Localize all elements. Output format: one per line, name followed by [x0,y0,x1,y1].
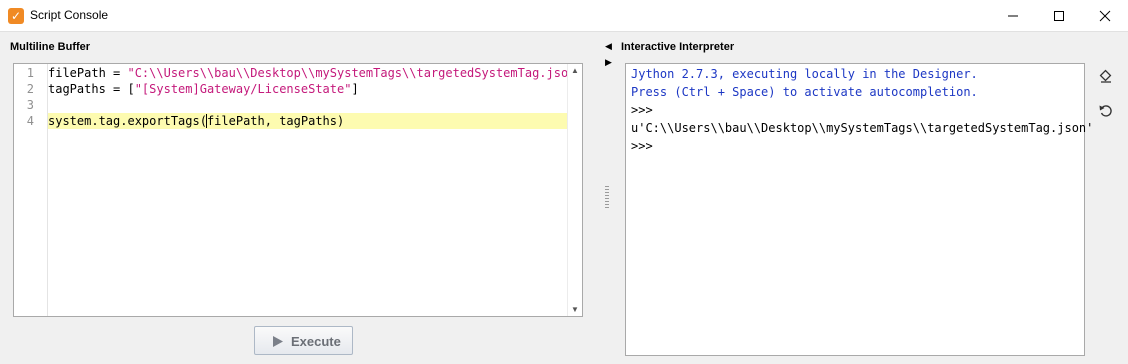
interpreter-prompt: >>> [631,139,653,153]
multiline-buffer-label: Multiline Buffer [10,41,91,53]
minimize-icon [1008,15,1018,17]
scroll-up-icon[interactable]: ▲ [571,66,579,75]
code-token: ] [351,82,359,96]
code-token: = [105,66,128,80]
maximize-icon [1054,11,1064,21]
close-button[interactable] [1082,0,1128,31]
scroll-down-icon[interactable]: ▼ [571,305,579,314]
window-title: Script Console [30,8,109,22]
execute-label: Execute [291,334,341,349]
line-number-gutter: 1 2 3 4 [14,64,48,316]
line-number: 2 [26,82,34,96]
interactive-interpreter-label: Interactive Interpreter [621,41,735,53]
code-string: "C:\\Users\\bau\\Desktop\\mySystemTags\\… [127,66,583,80]
interpreter-result-line: u'C:\\Users\\bau\\Desktop\\mySystemTags\… [631,121,1094,135]
close-icon [1099,10,1111,22]
collapse-left-icon[interactable]: ◀ [605,41,612,52]
code-line-current[interactable]: system.tag.exportTags(filePath, tagPaths… [48,113,570,129]
execute-button[interactable]: Execute [254,326,353,355]
code-line[interactable]: tagPaths = ["[System]Gateway/LicenseStat… [48,81,359,97]
minimize-button[interactable] [990,0,1036,31]
code-token: = [ [105,82,135,96]
line-number: 1 [26,66,34,80]
interpreter-output[interactable]: Jython 2.7.3, executing locally in the D… [625,63,1093,356]
code-token: filePath, tagPaths) [206,114,345,128]
collapse-right-icon[interactable]: ▶ [605,57,612,68]
interpreter-info-line: Jython 2.7.3, executing locally in the D… [631,67,978,81]
line-number: 4 [26,114,34,128]
code-string: "[System]Gateway/LicenseState" [134,82,352,96]
title-bar[interactable]: ✓ Script Console [0,0,1128,32]
ignition-designer-icon: ✓ [8,8,24,24]
reset-icon[interactable] [1098,103,1114,119]
code-line[interactable]: filePath = "C:\\Users\\bau\\Desktop\\myS… [48,65,583,81]
splitter-grip[interactable] [605,186,610,210]
code-token: system.tag.exportTags( [48,114,207,128]
line-number: 3 [26,98,34,112]
code-token: filePath [48,66,106,80]
eraser-icon[interactable] [1098,69,1114,85]
code-token: tagPaths [48,82,106,96]
interpreter-prompt: >>> [631,103,653,117]
code-editor[interactable]: 1 2 3 4 filePath = "C:\\Users\\bau\\Desk… [13,63,583,317]
interpreter-info-line: Press (Ctrl + Space) to activate autocom… [631,85,978,99]
editor-scrollbar[interactable]: ▲ ▼ [567,64,582,316]
play-icon [273,336,283,347]
maximize-button[interactable] [1036,0,1082,31]
